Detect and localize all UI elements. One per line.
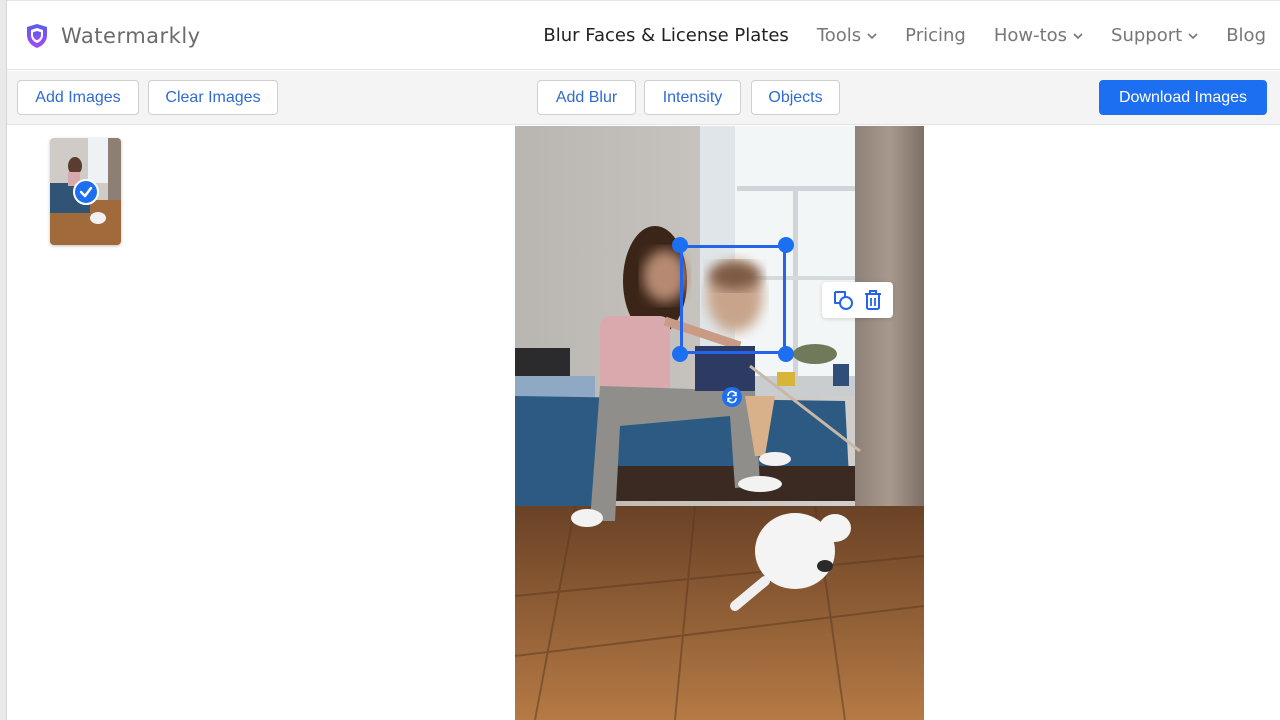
add-blur-button[interactable]: Add Blur bbox=[537, 80, 636, 115]
editor-canvas-image[interactable] bbox=[515, 126, 924, 720]
nav-label: How-tos bbox=[993, 25, 1068, 46]
editor-toolbar: Add Images Clear Images Add Blur Intensi… bbox=[7, 71, 1280, 125]
nav-label: Blog bbox=[1226, 25, 1266, 46]
nav-label: Pricing bbox=[905, 25, 966, 46]
resize-handle-bottom-left[interactable] bbox=[672, 346, 688, 362]
logo[interactable]: Watermarkly bbox=[25, 23, 201, 49]
nav-blog[interactable]: Blog bbox=[1226, 25, 1266, 46]
add-images-button[interactable]: Add Images bbox=[17, 80, 139, 115]
logo-text: Watermarkly bbox=[61, 24, 201, 48]
chevron-down-icon bbox=[867, 32, 877, 39]
rotate-icon bbox=[727, 390, 737, 404]
change-shape-button[interactable] bbox=[832, 289, 854, 311]
window-frame-left bbox=[0, 0, 7, 720]
nav-blur-faces[interactable]: Blur Faces & License Plates bbox=[543, 25, 788, 46]
shield-logo-icon bbox=[27, 24, 47, 48]
trash-icon bbox=[864, 290, 881, 310]
chevron-down-icon bbox=[1073, 32, 1083, 39]
nav-label: Blur Faces & License Plates bbox=[543, 25, 789, 46]
site-header: Watermarkly Blur Faces & License Plates … bbox=[7, 0, 1280, 70]
objects-button[interactable]: Objects bbox=[751, 80, 840, 115]
selection-context-menu bbox=[822, 282, 893, 318]
chevron-down-icon bbox=[1188, 32, 1198, 39]
intensity-button[interactable]: Intensity bbox=[644, 80, 741, 115]
nav-label: Tools bbox=[816, 25, 862, 46]
resize-handle-top-left[interactable] bbox=[672, 237, 688, 253]
clear-images-button[interactable]: Clear Images bbox=[148, 80, 278, 115]
delete-region-button[interactable] bbox=[863, 289, 883, 311]
shapes-icon bbox=[834, 291, 854, 310]
photo bbox=[515, 126, 924, 720]
nav-support[interactable]: Support bbox=[1111, 25, 1198, 46]
nav-tools[interactable]: Tools bbox=[817, 25, 877, 46]
nav-how-tos[interactable]: How-tos bbox=[994, 25, 1083, 46]
selected-check-badge bbox=[73, 179, 99, 205]
rotate-handle[interactable] bbox=[722, 387, 742, 407]
nav-pricing[interactable]: Pricing bbox=[905, 25, 966, 46]
resize-handle-top-right[interactable] bbox=[778, 237, 794, 253]
download-images-button[interactable]: Download Images bbox=[1099, 80, 1267, 115]
resize-handle-bottom-right[interactable] bbox=[778, 346, 794, 362]
checkmark-icon bbox=[79, 186, 93, 198]
main-nav: Blur Faces & License Plates Tools Pricin… bbox=[543, 25, 1266, 46]
blur-selection-box[interactable] bbox=[680, 245, 786, 354]
nav-label: Support bbox=[1111, 25, 1183, 46]
